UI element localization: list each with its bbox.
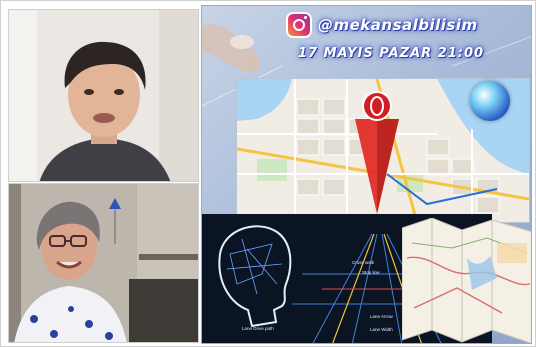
participant-video-feed-2 <box>9 184 198 342</box>
video-call-window: @mekansalbilisim 17 MAYIS PAZAR 21:00 Cr… <box>0 0 536 347</box>
label-lane-width: Lane Width <box>370 327 393 332</box>
participant-video-tile-1[interactable] <box>8 9 199 182</box>
technology-collage: Cross walk Stop line Lane Arrow Lane Wid… <box>202 214 531 343</box>
participant-video-feed-1 <box>9 10 198 181</box>
folded-map-graphic <box>401 217 531 343</box>
label-lane-drive-path: Lane Drive path <box>242 326 274 331</box>
instagram-handle-row: @mekansalbilisim <box>286 12 478 38</box>
shared-screen-presentation: @mekansalbilisim 17 MAYIS PAZAR 21:00 Cr… <box>201 5 532 344</box>
label-lane-arrow: Lane Arrow <box>370 314 393 319</box>
label-cross-walk: Cross walk <box>352 260 375 265</box>
event-date-text: 17 MAYIS PAZAR 21:00 <box>298 46 485 61</box>
participant-video-tile-2[interactable] <box>8 183 199 343</box>
globe-logo-icon <box>470 81 510 121</box>
instagram-icon <box>286 12 312 38</box>
instagram-handle-text: @mekansalbilisim <box>318 16 478 34</box>
globe-pin-icon <box>364 93 390 119</box>
folded-paper-map <box>401 217 531 343</box>
label-stop-line: Stop line <box>362 270 380 275</box>
